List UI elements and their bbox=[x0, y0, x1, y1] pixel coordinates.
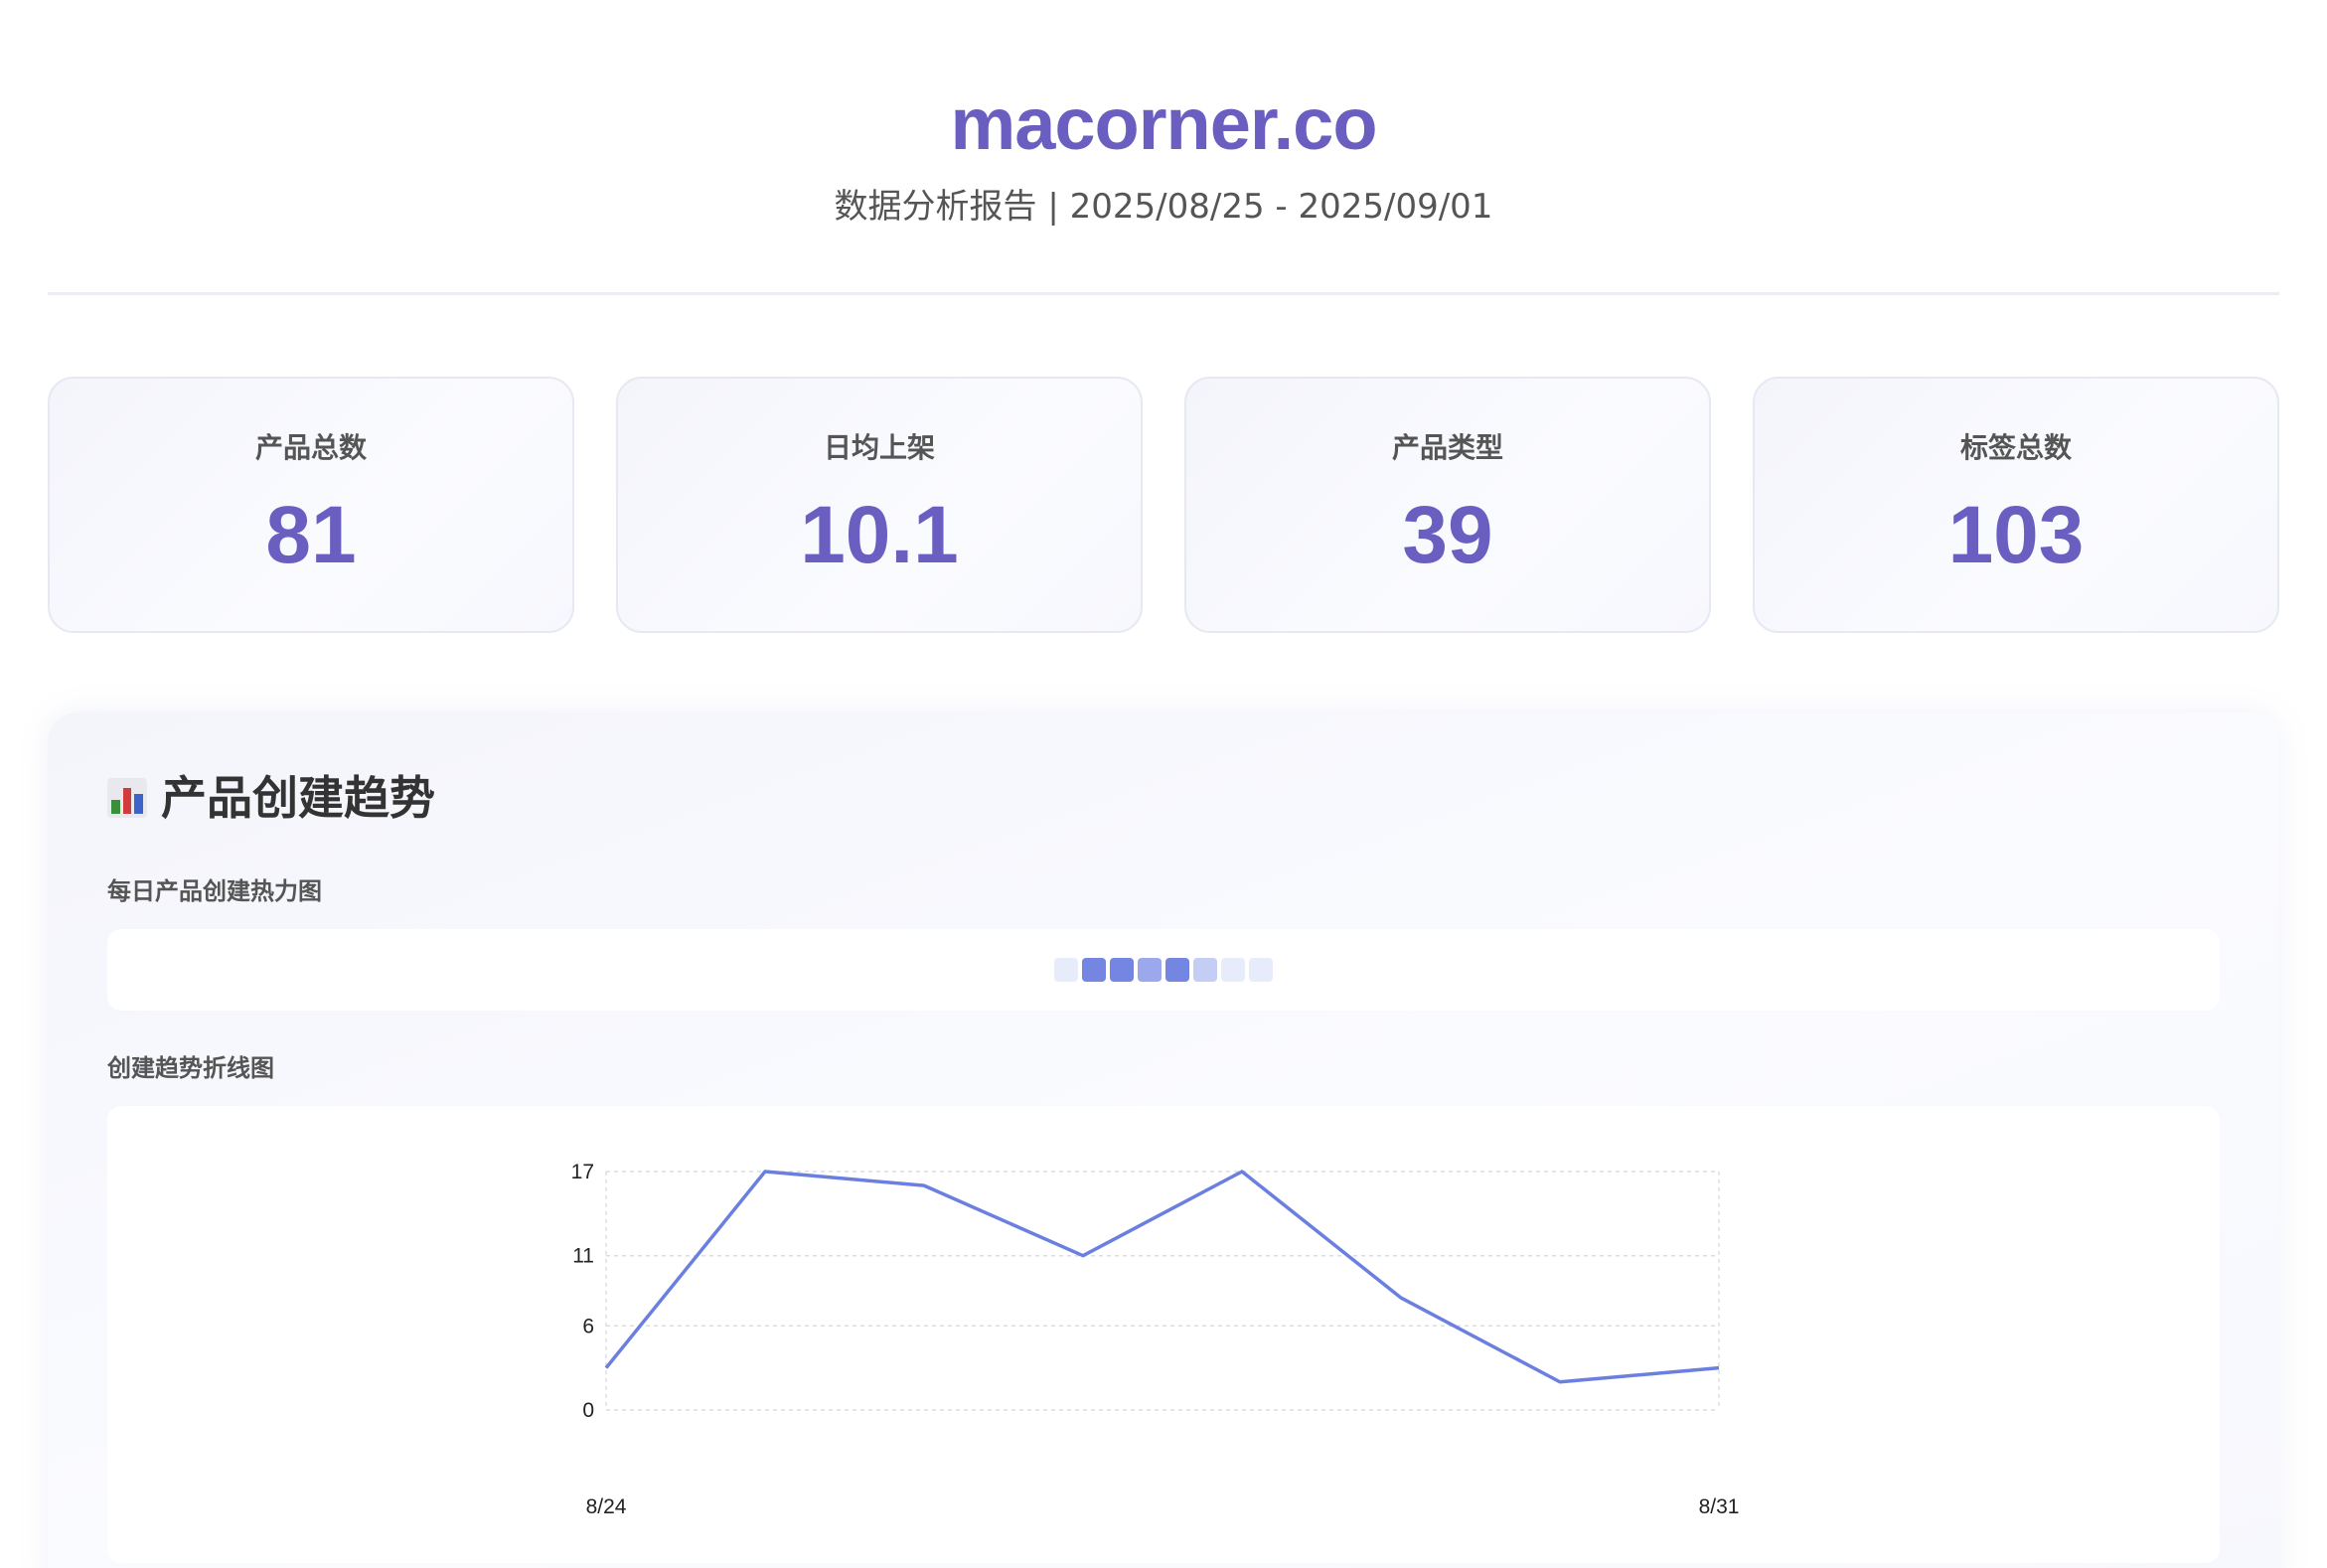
y-tick-label: 17 bbox=[571, 1161, 594, 1183]
site-title: macorner.co bbox=[950, 82, 1377, 165]
heatmap-cell bbox=[1054, 958, 1078, 982]
report-header: macorner.co 数据分析报告 | 2025/08/25 - 2025/0… bbox=[48, 0, 2279, 295]
heatmap-title: 每日产品创建热力图 bbox=[107, 877, 322, 905]
stat-card-total-tags: 标签总数 103 bbox=[1753, 377, 2279, 633]
stat-value: 39 bbox=[1402, 490, 1493, 580]
section-title-text: 产品创建趋势 bbox=[161, 771, 435, 825]
x-tick-label: 8/31 bbox=[1699, 1495, 1740, 1518]
line-chart: 0 6 11 17 8/24 8/31 bbox=[571, 1161, 1740, 1518]
y-tick-label: 0 bbox=[582, 1399, 594, 1422]
heatmap-cell bbox=[1138, 958, 1162, 982]
heatmap-cell bbox=[1249, 958, 1273, 982]
heatmap-cell bbox=[1082, 958, 1106, 982]
x-tick-label: 8/24 bbox=[586, 1495, 627, 1518]
line-chart-title: 创建趋势折线图 bbox=[107, 1054, 274, 1082]
heatmap-cell bbox=[1165, 958, 1189, 982]
report-subtitle: 数据分析报告 | 2025/08/25 - 2025/09/01 bbox=[834, 187, 1493, 227]
stat-card-total-products: 产品总数 81 bbox=[48, 377, 574, 633]
section-title: 产品创建趋势 bbox=[107, 768, 2220, 828]
stat-label: 标签总数 bbox=[1959, 431, 2072, 464]
series-line bbox=[604, 1170, 1720, 1384]
heatmap-cell bbox=[1193, 958, 1217, 982]
stat-card-product-types: 产品类型 39 bbox=[1184, 377, 1711, 633]
bar-chart-icon bbox=[107, 778, 147, 818]
y-tick-label: 11 bbox=[572, 1245, 594, 1268]
stat-value: 10.1 bbox=[800, 490, 959, 580]
line-chart-container: 0 6 11 17 8/24 8/31 bbox=[107, 1106, 2220, 1563]
trend-section: 产品创建趋势 每日产品创建热力图 创建趋势折线图 0 6 11 17 8/24 8/31 bbox=[48, 712, 2279, 1568]
daily-heatmap bbox=[107, 929, 2220, 1011]
stats-row: 产品总数 81 日均上架 10.1 产品类型 39 标签总数 103 bbox=[48, 377, 2279, 633]
heatmap-cell bbox=[1110, 958, 1134, 982]
stat-label: 产品总数 bbox=[254, 431, 367, 464]
stat-label: 日均上架 bbox=[823, 431, 935, 464]
stat-card-daily-average: 日均上架 10.1 bbox=[616, 377, 1143, 633]
stat-value: 103 bbox=[1947, 490, 2085, 580]
stat-label: 产品类型 bbox=[1391, 431, 1503, 464]
stat-value: 81 bbox=[265, 490, 357, 580]
y-tick-label: 6 bbox=[582, 1315, 594, 1337]
heatmap-cell bbox=[1221, 958, 1245, 982]
report-page: macorner.co 数据分析报告 | 2025/08/25 - 2025/0… bbox=[0, 0, 2327, 1568]
